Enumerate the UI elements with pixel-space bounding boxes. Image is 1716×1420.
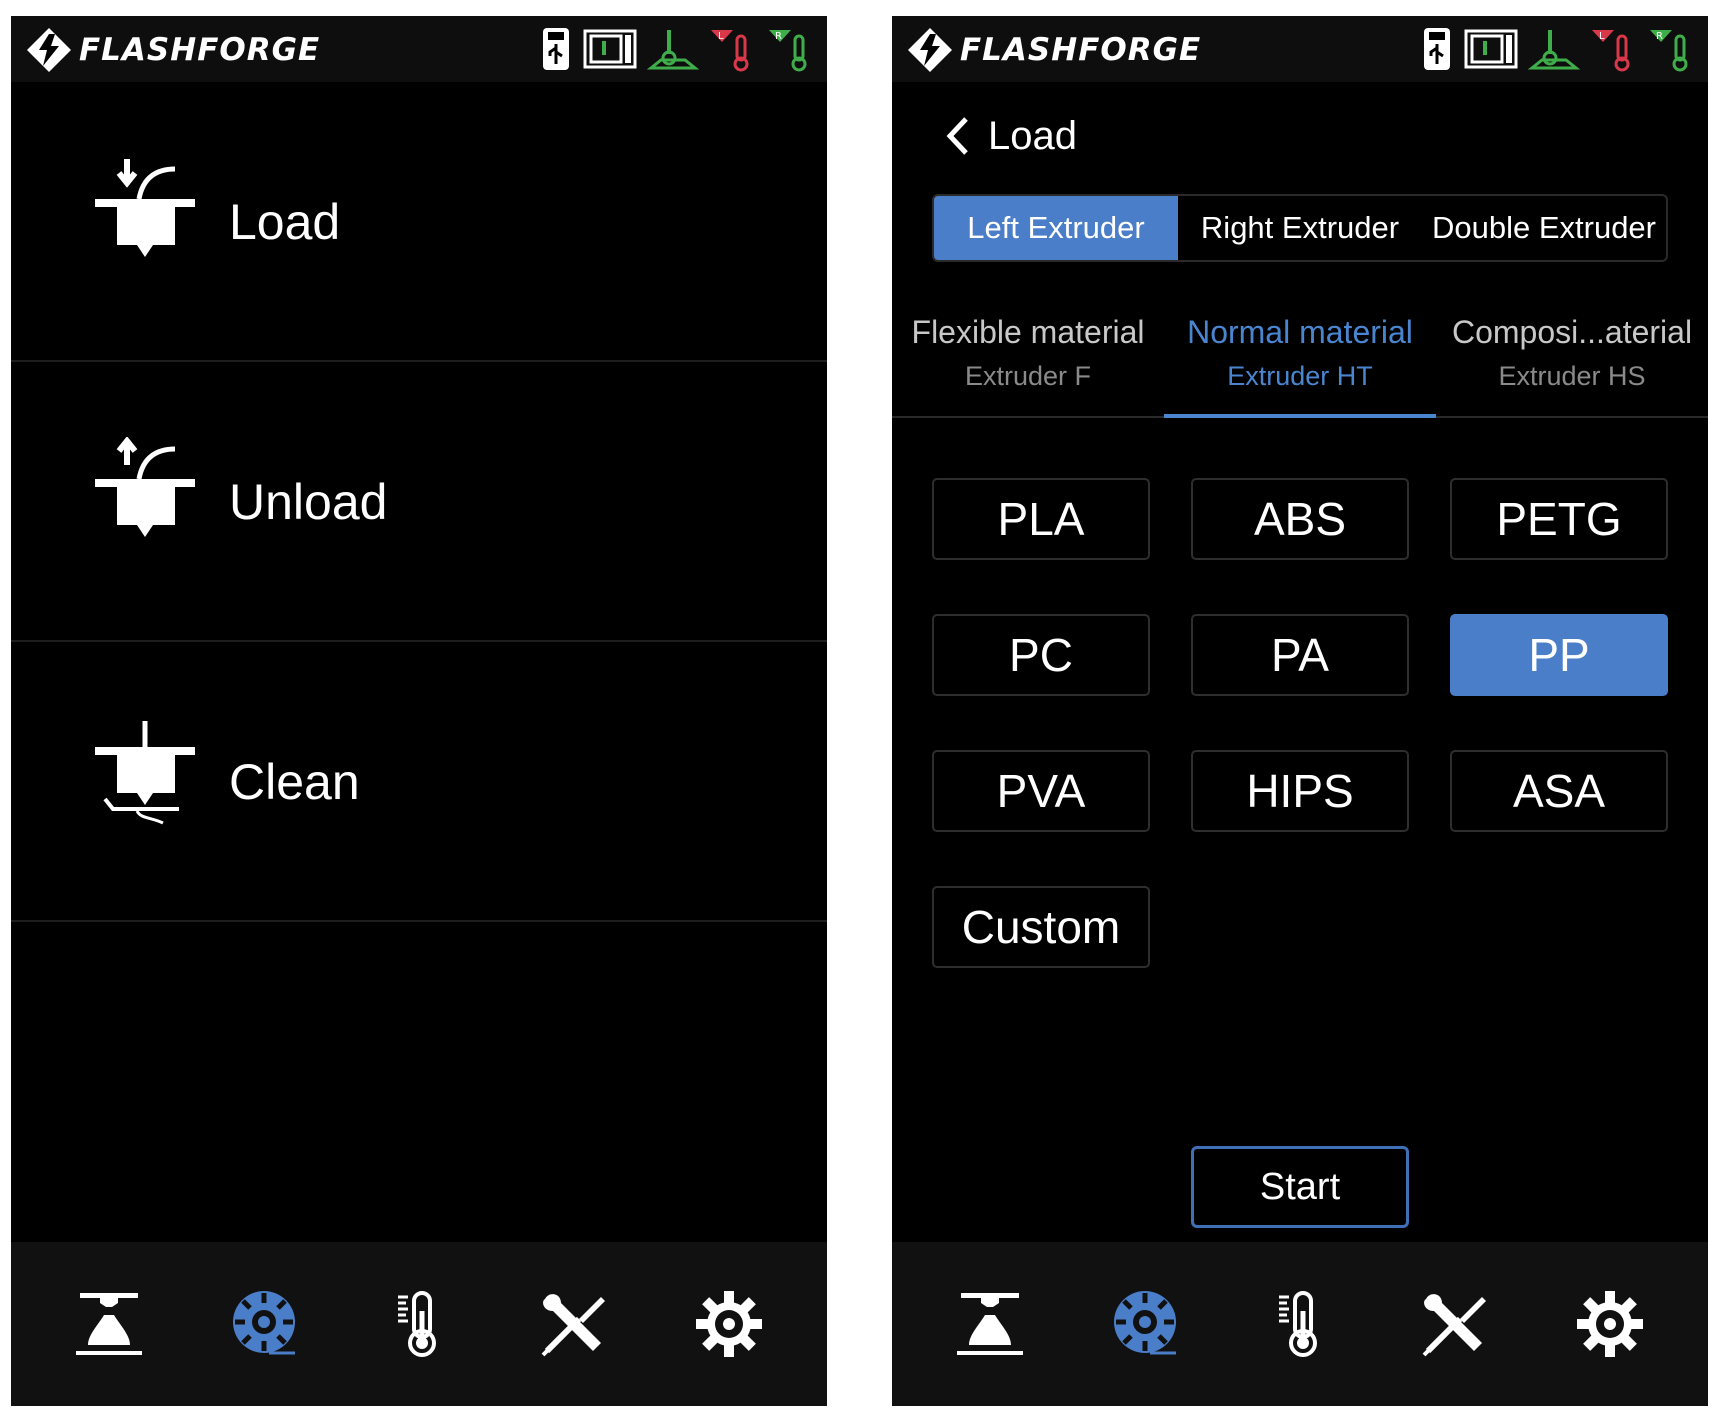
printer-icon xyxy=(956,1293,1023,1355)
thermometer-icon xyxy=(397,1291,436,1357)
load-material-screen: FLASHFORGE L R Load Left Extruder Right … xyxy=(892,16,1708,1406)
load-filament-icon xyxy=(95,159,195,257)
nav-item-print[interactable] xyxy=(54,1269,164,1379)
thermometer-icon xyxy=(1278,1291,1317,1357)
status-bar: FLASHFORGE L R xyxy=(11,16,827,82)
nav-item-tools[interactable] xyxy=(1400,1269,1510,1379)
brand: FLASHFORGE xyxy=(906,26,1201,74)
tab-title: Normal material xyxy=(1187,314,1413,350)
nav-item-tools[interactable] xyxy=(519,1269,629,1379)
menu-label-unload: Unload xyxy=(229,474,388,530)
brand: FLASHFORGE xyxy=(25,26,320,74)
tab-subtitle: Extruder HT xyxy=(1227,361,1373,391)
filament-menu-screen: FLASHFORGE L R Load Unload Clean xyxy=(11,16,827,1406)
nav-item-settings[interactable] xyxy=(1555,1269,1665,1379)
flashforge-logo-icon xyxy=(27,28,71,72)
brand-name: FLASHFORGE xyxy=(960,32,1202,68)
right-extruder-temp-icon[interactable]: R xyxy=(767,26,815,72)
usb-icon[interactable] xyxy=(539,26,573,72)
tab-left-extruder[interactable]: Left Extruder xyxy=(934,196,1178,260)
gear-icon xyxy=(696,1291,763,1357)
material-button-asa[interactable]: ASA xyxy=(1450,750,1668,832)
svg-text:L: L xyxy=(1599,31,1605,42)
menu-label-clean: Clean xyxy=(229,754,360,810)
camera-icon[interactable] xyxy=(583,27,637,71)
filament-spool-icon xyxy=(1113,1291,1176,1355)
menu-item-load[interactable]: Load xyxy=(11,82,827,362)
brand-name: FLASHFORGE xyxy=(79,32,321,68)
usb-icon[interactable] xyxy=(1420,26,1454,72)
platform-temp-icon[interactable] xyxy=(647,26,699,72)
nav-item-settings[interactable] xyxy=(674,1269,784,1379)
tab-right-extruder[interactable]: Right Extruder xyxy=(1178,196,1422,260)
menu-label-load: Load xyxy=(229,194,341,250)
left-extruder-temp-icon[interactable]: L xyxy=(709,26,757,72)
gear-icon xyxy=(1577,1291,1644,1357)
tab-subtitle: Extruder HS xyxy=(1498,361,1646,391)
filament-spool-icon xyxy=(232,1291,295,1355)
status-bar: FLASHFORGE L R xyxy=(892,16,1708,82)
tab-title: Composi...aterial xyxy=(1451,314,1693,350)
menu-item-unload[interactable]: Unload xyxy=(11,362,827,642)
tab-subtitle: Extruder F xyxy=(964,361,1092,391)
unload-filament-icon xyxy=(95,437,195,537)
material-button-pva[interactable]: PVA xyxy=(932,750,1150,832)
nav-item-temperature[interactable] xyxy=(1245,1269,1355,1379)
svg-text:R: R xyxy=(775,31,782,42)
svg-text:L: L xyxy=(718,31,724,42)
menu-item-clean[interactable]: Clean xyxy=(11,642,827,922)
printer-icon xyxy=(75,1293,142,1355)
material-button-abs[interactable]: ABS xyxy=(1191,478,1409,560)
material-button-hips[interactable]: HIPS xyxy=(1191,750,1409,832)
right-extruder-temp-icon[interactable]: R xyxy=(1648,26,1696,72)
tab-double-extruder[interactable]: Double Extruder xyxy=(1422,196,1666,260)
material-button-petg[interactable]: PETG xyxy=(1450,478,1668,560)
tab-flexible-material[interactable]: Flexible material Extruder F xyxy=(892,306,1164,416)
tab-composite-material[interactable]: Composi...aterial Extruder HS xyxy=(1436,306,1708,416)
nav-item-filament[interactable] xyxy=(209,1269,319,1379)
clean-nozzle-icon xyxy=(95,721,195,825)
material-button-pa[interactable]: PA xyxy=(1191,614,1409,696)
material-button-pla[interactable]: PLA xyxy=(932,478,1150,560)
tab-title: Flexible material xyxy=(911,314,1145,350)
nav-item-filament[interactable] xyxy=(1090,1269,1200,1379)
tools-icon xyxy=(1422,1294,1487,1357)
material-button-custom[interactable]: Custom xyxy=(932,886,1150,968)
page-title: Load xyxy=(988,113,1077,158)
chevron-left-icon xyxy=(946,117,968,155)
camera-icon[interactable] xyxy=(1464,27,1518,71)
material-button-pc[interactable]: PC xyxy=(932,614,1150,696)
tools-icon xyxy=(541,1294,606,1357)
svg-text:R: R xyxy=(1656,31,1663,42)
bottom-nav xyxy=(11,1242,827,1406)
material-button-pp[interactable]: PP xyxy=(1450,614,1668,696)
status-icons: L R xyxy=(539,24,815,74)
tab-normal-material[interactable]: Normal material Extruder HT xyxy=(1164,306,1436,418)
status-icons: L R xyxy=(1420,24,1696,74)
start-button[interactable]: Start xyxy=(1191,1146,1409,1228)
nav-item-temperature[interactable] xyxy=(364,1269,474,1379)
platform-temp-icon[interactable] xyxy=(1528,26,1580,72)
material-type-tabs: Flexible material Extruder F Normal mate… xyxy=(892,306,1708,418)
nav-item-print[interactable] xyxy=(935,1269,1045,1379)
left-extruder-temp-icon[interactable]: L xyxy=(1590,26,1638,72)
back-button[interactable]: Load xyxy=(942,106,1077,166)
flashforge-logo-icon xyxy=(908,28,952,72)
bottom-nav xyxy=(892,1242,1708,1406)
extruder-selector: Left Extruder Right Extruder Double Extr… xyxy=(932,194,1668,262)
